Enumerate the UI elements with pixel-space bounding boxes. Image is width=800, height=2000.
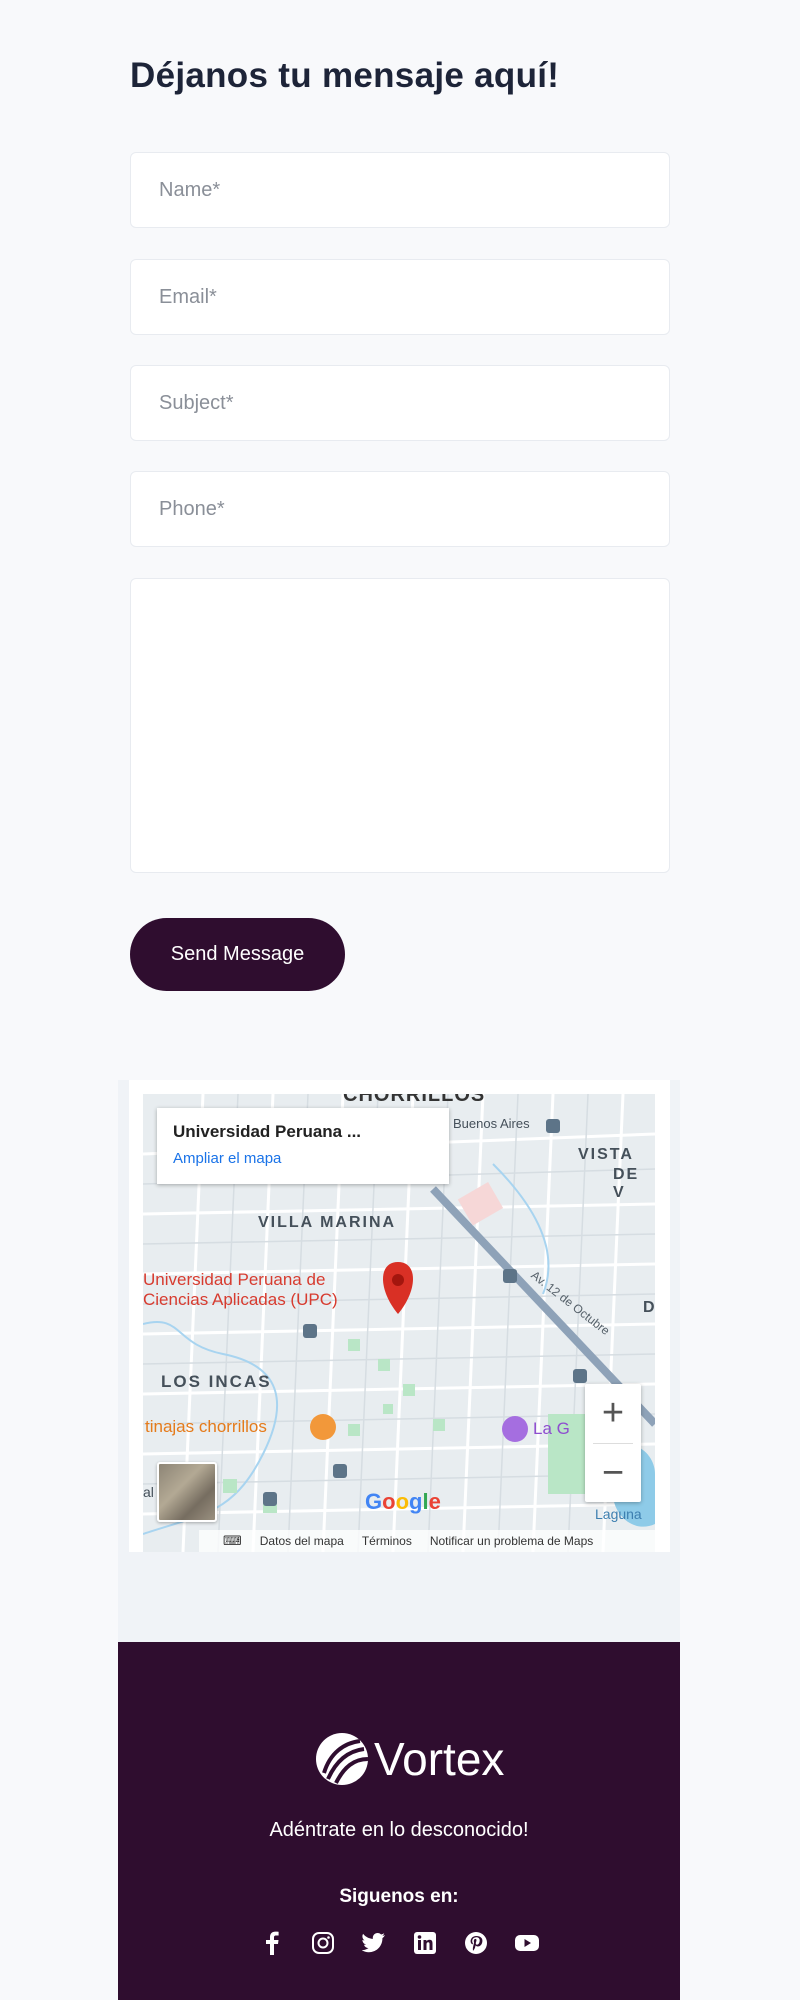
map-report-link[interactable]: Notificar un problema de Maps	[430, 1534, 593, 1548]
map-place-tinajas: tinajas chorrillos	[145, 1417, 267, 1436]
footer-follow-label: Siguenos en:	[339, 1886, 459, 1907]
site-footer: Vortex Adéntrate en lo desconocido! Sigu…	[118, 1642, 680, 2000]
social-links	[118, 1930, 680, 1956]
subject-field[interactable]	[130, 365, 670, 441]
map-label-villa-marina: VILLA MARINA	[258, 1214, 397, 1231]
map-place-la-g: La G	[533, 1419, 570, 1438]
map-terms-link[interactable]: Términos	[362, 1534, 412, 1548]
map-label-d: D	[643, 1299, 655, 1316]
youtube-icon[interactable]	[514, 1930, 540, 1956]
map-label-vista: VISTA	[578, 1146, 634, 1163]
map-place-upc: Universidad Peruana de Ciencias Aplicada…	[143, 1270, 338, 1310]
map-label-top: CHORRILLOS	[343, 1094, 486, 1106]
instagram-icon[interactable]	[310, 1930, 336, 1956]
map-place-upc-line2: Ciencias Aplicadas (UPC)	[143, 1290, 338, 1309]
form-title: Déjanos tu mensaje aquí!	[130, 56, 560, 95]
satellite-toggle[interactable]	[157, 1462, 217, 1522]
map-label-laguna: Laguna	[595, 1506, 642, 1522]
phone-field[interactable]	[130, 471, 670, 547]
map-label-los-incas: LOS INCAS	[161, 1372, 272, 1391]
enlarge-map-link[interactable]: Ampliar el mapa	[173, 1150, 433, 1167]
twitter-icon[interactable]	[361, 1930, 387, 1956]
map-data-link[interactable]: Datos del mapa	[260, 1534, 344, 1548]
map[interactable]: CHORRILLOS Buenos Aires VISTA DE V VILLA…	[143, 1094, 655, 1552]
zoom-out-button[interactable]: −	[585, 1444, 641, 1503]
zoom-in-button[interactable]: +	[585, 1384, 641, 1443]
message-field[interactable]	[130, 578, 670, 873]
name-field[interactable]	[130, 152, 670, 228]
pinterest-icon[interactable]	[463, 1930, 489, 1956]
map-label-de: DE V	[613, 1166, 640, 1201]
send-message-button[interactable]: Send Message	[130, 918, 345, 991]
footer-logo-text: Vortex	[374, 1733, 505, 1785]
google-logo: Google	[365, 1489, 441, 1514]
map-info-card: Universidad Peruana ... Ampliar el mapa	[157, 1108, 449, 1184]
facebook-icon[interactable]	[259, 1930, 285, 1956]
map-info-title: Universidad Peruana ...	[173, 1122, 362, 1141]
map-place-upc-line1: Universidad Peruana de	[143, 1270, 326, 1289]
footer-logo[interactable]: Vortex	[316, 1732, 504, 1786]
vortex-logo-icon	[316, 1733, 368, 1785]
map-label-al: al	[143, 1484, 154, 1500]
footer-tagline: Adéntrate en lo desconocido!	[269, 1819, 529, 1841]
map-footer: ⌨ Datos del mapa Términos Notificar un p…	[199, 1530, 655, 1552]
linkedin-icon[interactable]	[412, 1930, 438, 1956]
map-label-buenos-aires: Buenos Aires	[453, 1116, 530, 1131]
zoom-controls: + −	[585, 1384, 641, 1502]
map-frame: CHORRILLOS Buenos Aires VISTA DE V VILLA…	[129, 1080, 670, 1552]
email-field[interactable]	[130, 259, 670, 335]
keyboard-icon[interactable]: ⌨	[223, 1533, 242, 1549]
